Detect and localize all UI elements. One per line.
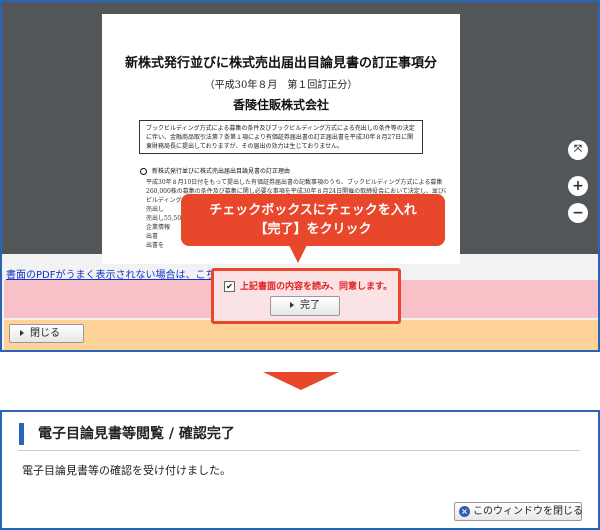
agree-label: 上記書面の内容を読み、同意します。 — [240, 282, 393, 292]
page-title: 電子目論見書等閲覧 / 確認完了 — [19, 423, 235, 445]
play-arrow-icon — [20, 330, 24, 336]
prospectus-window: 新株式発行並びに株式売出届出目論見書の訂正事項分 （平成30年８月 第１回訂正分… — [0, 0, 600, 352]
callout-tail — [289, 245, 307, 263]
divider — [18, 450, 580, 451]
callout-line-1: チェックボックスにチェックを入れ — [209, 203, 417, 218]
circle-bullet-icon — [140, 168, 147, 175]
zoom-out-icon[interactable]: − — [568, 203, 588, 223]
close-window-label: このウィンドウを閉じる — [473, 506, 583, 517]
doc-title: 新株式発行並びに株式売出届出目論見書の訂正事項分 — [124, 56, 437, 71]
pdf-help-link[interactable]: 書面のPDFがうまく表示されない場合は、こちらを — [6, 266, 235, 281]
agree-checkbox[interactable]: ✔ — [224, 281, 235, 292]
close-icon: × — [459, 505, 470, 517]
doc-company: 香陵住販株式会社 — [232, 98, 329, 112]
down-arrow-icon — [263, 372, 339, 390]
close-button-label: 閉じる — [30, 328, 60, 339]
completion-message: 電子目論見書等の確認を受け付けました。 — [22, 464, 231, 477]
fit-page-icon[interactable]: ⤧ — [568, 140, 588, 160]
doc-subtitle: （平成30年８月 第１回訂正分） — [204, 80, 358, 91]
close-window-button[interactable]: × このウィンドウを閉じる — [454, 502, 583, 521]
agree-row[interactable]: ✔ 上記書面の内容を読み、同意します。 — [224, 279, 392, 292]
close-button[interactable]: 閉じる — [9, 324, 84, 343]
callout-line-2: 【完了】をクリック — [254, 222, 372, 237]
complete-button-label: 完了 — [300, 300, 320, 311]
complete-button[interactable]: 完了 — [270, 296, 340, 316]
doc-heading: 新株式発行並びに株式売出届出目論見書の訂正理由 — [140, 166, 290, 175]
doc-heading-text: 新株式発行並びに株式売出届出目論見書の訂正理由 — [152, 168, 291, 175]
doc-body-line: 平成30年８月10日付をもって提出した有価証券届出書の記載事項のうち、ブックビル… — [146, 179, 443, 186]
instruction-callout: チェックボックスにチェックを入れ 【完了】をクリック — [181, 194, 445, 246]
footer-band — [4, 320, 598, 350]
doc-notice-box: ブックビルディング方式による募集の条件及びブックビルディング方式による売出しの条… — [139, 120, 423, 154]
play-arrow-icon — [290, 302, 294, 308]
zoom-in-icon[interactable]: + — [568, 176, 588, 196]
completion-window: 電子目論見書等閲覧 / 確認完了 電子目論見書等の確認を受け付けました。 × この… — [0, 410, 600, 530]
